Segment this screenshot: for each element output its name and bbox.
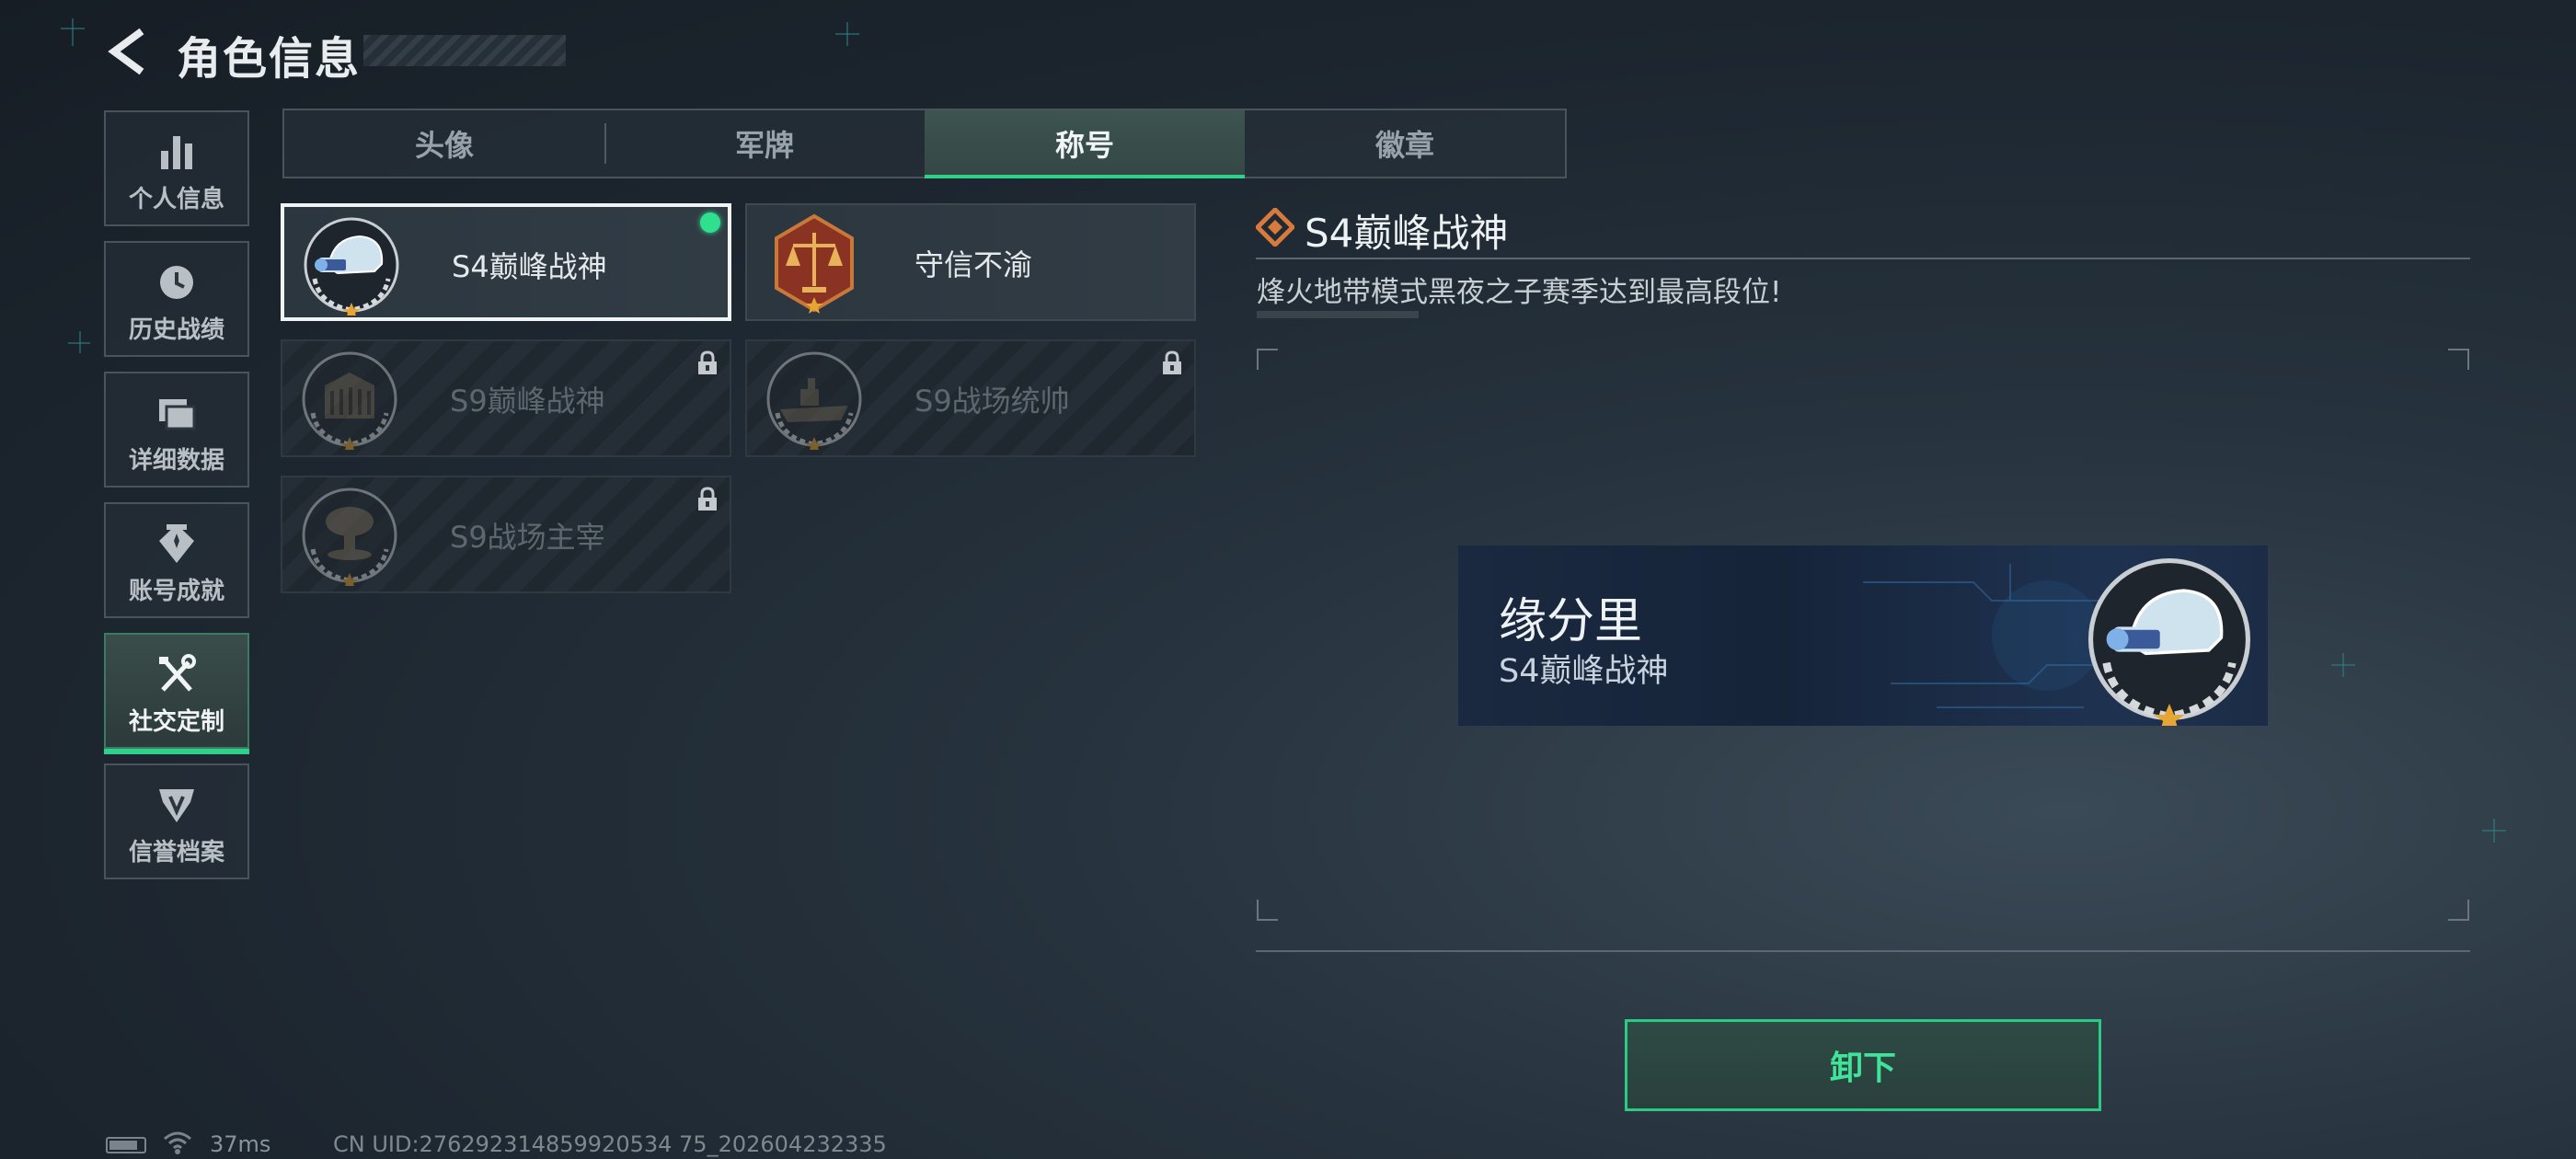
title-preview-card: 缘分里 S4巅峰战神 [1458, 545, 2268, 726]
decorative-bar [1257, 311, 1419, 318]
ping-value: 37ms [210, 1131, 271, 1157]
clock-icon [160, 266, 193, 299]
sidebar-item-social-custom[interactable]: 社交定制 [104, 633, 249, 754]
detail-title: S4巅峰战神 [1305, 211, 1509, 256]
equipped-indicator [700, 212, 720, 233]
helmet-nightvision-icon [2082, 553, 2257, 726]
back-arrow-icon[interactable] [101, 24, 156, 79]
sidebar-item-achievements[interactable]: 账号成就 [104, 502, 249, 618]
tab-bar: 头像 军牌 称号 徽章 [282, 109, 1567, 178]
achievement-icon [159, 524, 194, 563]
player-title: S4巅峰战神 [1499, 653, 1669, 690]
sidebar-item-reputation[interactable]: 信誉档案 [104, 763, 249, 879]
mushroom-cloud-icon [299, 485, 400, 586]
warship-icon [764, 349, 865, 450]
sidebar-item-label: 历史战绩 [128, 316, 224, 344]
title-card-keep-faith[interactable]: 守信不渝 [745, 203, 1196, 321]
building-icon [299, 349, 400, 450]
user-uid: CN UID:276292314859920534 75_20260423233… [333, 1131, 887, 1157]
tab-title[interactable]: 称号 [925, 110, 1245, 178]
lock-icon [1163, 350, 1181, 374]
battery-icon [106, 1137, 146, 1153]
diamond-title-icon [1256, 208, 1294, 247]
tab-badge[interactable]: 徽章 [1245, 110, 1565, 177]
helmet-nightvision-icon [301, 214, 402, 316]
wifi-icon [164, 1131, 191, 1154]
bar-chart-icon [161, 136, 192, 169]
tools-icon [159, 654, 196, 692]
sidebar-item-label: 社交定制 [128, 708, 224, 736]
tab-dogtag[interactable]: 军牌 [604, 110, 925, 177]
title-name: S9巅峰战神 [450, 384, 605, 419]
sidebar-item-personal-info[interactable]: 个人信息 [104, 110, 249, 226]
scales-of-justice-icon [775, 213, 854, 314]
title-name: 守信不渝 [914, 247, 1033, 282]
divider [1256, 258, 2470, 259]
title-card-s4-peak-warrior[interactable]: S4巅峰战神 [281, 203, 731, 321]
sidebar-item-label: 详细数据 [128, 447, 224, 475]
page-title: 角色信息 [177, 33, 362, 85]
title-name: S9战场统帅 [914, 384, 1070, 419]
title-name: S9战场主宰 [450, 520, 605, 555]
sidebar-item-history[interactable]: 历史战绩 [104, 241, 249, 357]
sidebar-item-detailed-data[interactable]: 详细数据 [104, 372, 249, 488]
sidebar-item-label: 个人信息 [128, 186, 224, 213]
title-card-s9-dominator[interactable]: S9战场主宰 [281, 476, 731, 593]
title-card-s9-peak-warrior[interactable]: S9巅峰战神 [281, 339, 731, 457]
title-decoration [363, 35, 566, 66]
lock-icon [698, 350, 717, 374]
tab-avatar[interactable]: 头像 [284, 110, 604, 177]
title-card-s9-commander[interactable]: S9战场统帅 [745, 339, 1196, 457]
sidebar-item-label: 信誉档案 [128, 839, 224, 866]
lock-icon [698, 487, 717, 511]
detail-description: 烽火地带模式黑夜之子赛季达到最高段位! [1257, 276, 1782, 309]
title-name: S4巅峰战神 [452, 249, 607, 284]
shield-v-icon [159, 789, 194, 822]
folders-icon [159, 399, 196, 430]
unequip-button[interactable]: 卸下 [1625, 1019, 2101, 1111]
player-name: 缘分里 [1499, 594, 1643, 649]
sidebar-item-label: 账号成就 [128, 578, 224, 605]
